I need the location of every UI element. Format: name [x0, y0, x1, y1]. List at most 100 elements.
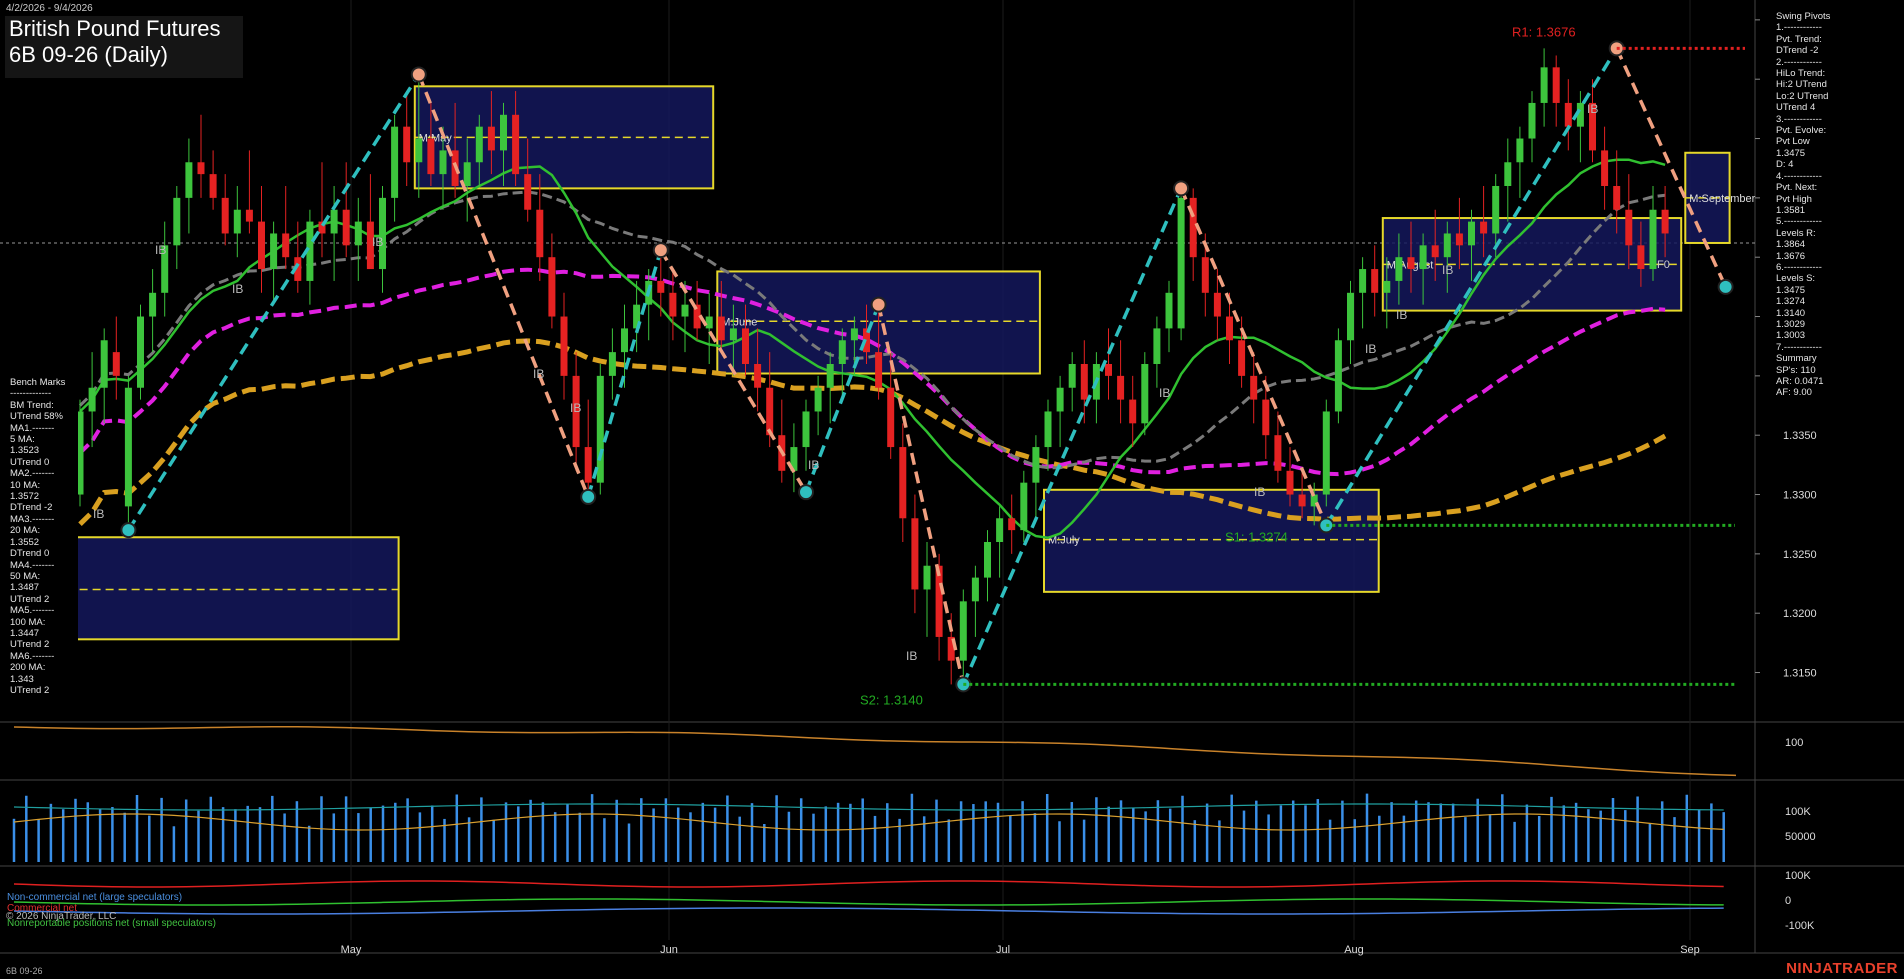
candle-body	[258, 221, 265, 270]
candle-body	[1068, 364, 1076, 388]
candle-body	[1516, 138, 1524, 163]
swing-pivots-line: 4.------------	[1776, 170, 1822, 182]
candle-body	[1492, 186, 1500, 234]
bench-marks-line: DTrend -2	[10, 502, 53, 514]
candle-body	[524, 174, 532, 210]
bench-marks-line: 1.3552	[10, 536, 40, 548]
candle-body	[1274, 435, 1282, 471]
bench-marks-line: 5 MA:	[10, 434, 35, 446]
month-box-label: M:September	[1689, 193, 1755, 205]
candle-body	[1601, 150, 1609, 186]
x-tick-label: Aug	[1344, 944, 1364, 956]
candle-body	[1564, 102, 1572, 127]
swing-pivots-line: 1.3140	[1776, 307, 1806, 319]
bench-marks-line: 1.3447	[10, 627, 40, 639]
month-box-label: M:June	[721, 316, 757, 328]
swing-pivots-line: D: 4	[1776, 159, 1794, 171]
candle-body	[887, 387, 895, 448]
candle-body	[209, 174, 217, 198]
candle-body	[1334, 340, 1342, 412]
candle-body	[475, 126, 483, 163]
inside-bar-label: IB	[1365, 342, 1376, 356]
volume-tick-label: 50000	[1785, 831, 1816, 843]
candle-body	[1407, 257, 1415, 270]
month-box-label: M:May	[419, 132, 453, 144]
inside-bar-label: IB	[533, 367, 544, 381]
pivot-marker	[870, 296, 887, 313]
swing-pivots-line: Swing Pivots	[1776, 11, 1831, 22]
candle-body	[1383, 280, 1391, 293]
candle-body	[584, 447, 592, 483]
bench-marks-line: UTrend 2	[10, 639, 50, 651]
inside-bar-label: IB	[808, 458, 819, 472]
bench-marks-line: MA2.-------	[10, 468, 55, 480]
swing-pivots-line: Pvt Low	[1776, 136, 1810, 148]
bench-marks-line: -------------	[10, 388, 52, 400]
swing-pivots-line: 1.3274	[1776, 296, 1806, 308]
swing-pivots-line: 1.3475	[1776, 284, 1806, 296]
bench-marks-panel: Bench Marks ------------- BM Trend: UTrend …	[6, 374, 78, 720]
cot-tick-label: -100K	[1785, 920, 1815, 932]
candle-body	[1262, 399, 1270, 436]
candle-body	[463, 162, 471, 186]
r1-label: R1: 1.3676	[1512, 24, 1576, 39]
volume-tick-label: 100K	[1785, 806, 1811, 818]
candle-body	[875, 352, 883, 388]
x-tick-label: Jul	[996, 944, 1010, 956]
bench-marks-line: 200 MA:	[10, 662, 46, 674]
candle-body	[512, 114, 520, 175]
bench-marks-line: UTrend 58%	[10, 411, 63, 423]
candle-body	[1201, 257, 1209, 293]
candle-body	[1371, 269, 1379, 293]
candle-body	[1322, 411, 1330, 495]
candle-body	[717, 316, 725, 341]
pivot-marker	[652, 242, 669, 259]
contract-title: 6B 09-26 (Daily)	[9, 42, 168, 67]
y-tick-label: 1.3300	[1783, 490, 1817, 502]
oscillator-tick-label: 100	[1785, 737, 1803, 749]
ninjatrader-logo: NINJATRADER	[1786, 960, 1898, 977]
candle-body	[742, 328, 749, 364]
candle-body	[1480, 221, 1488, 234]
candle-body	[403, 126, 411, 163]
y-tick-label: 1.3250	[1783, 549, 1817, 561]
bench-marks-line: 1.3487	[10, 582, 40, 594]
swing-pivots-line: 1.------------	[1776, 22, 1822, 34]
candle-body	[100, 340, 108, 388]
swing-pivots-line: Lo:2 UTrend	[1776, 90, 1829, 102]
swing-pivots-line: Levels R:	[1776, 227, 1816, 239]
inside-bar-label: IB	[93, 507, 104, 521]
inside-bar-label: IB	[155, 243, 166, 257]
swing-pivots-panel: Swing Pivots 1.------------ Pvt. Trend: DTr…	[1772, 8, 1868, 419]
candle-body	[681, 304, 689, 317]
swing-pivots-line: 1.3475	[1776, 147, 1806, 159]
bench-marks-line: 1.3523	[10, 445, 40, 457]
candle-body	[342, 209, 350, 246]
swing-pivots-line: Hi:2 UTrend	[1776, 79, 1827, 91]
candle-body	[1649, 209, 1657, 270]
inside-bar-label: IB	[570, 401, 581, 415]
candle-body	[1117, 375, 1125, 400]
candle-body	[1177, 197, 1185, 329]
candle-body	[1468, 221, 1475, 246]
y-tick-label: 1.3350	[1783, 430, 1817, 442]
candle-body	[185, 162, 193, 198]
candle-body	[1625, 209, 1633, 246]
swing-pivots-line: 1.3864	[1776, 239, 1806, 251]
price-chart[interactable]: 1.31501.32001.32501.33001.33501.34001.34…	[0, 0, 1904, 979]
candle-body	[1637, 245, 1645, 270]
swing-pivots-line: 7.------------	[1776, 341, 1822, 353]
candle-body	[149, 292, 157, 317]
candle-body	[1226, 316, 1233, 341]
candle-body	[197, 162, 205, 175]
bench-marks-line: 50 MA:	[10, 570, 41, 582]
swing-pivots-line: Pvt. Evolve:	[1776, 125, 1827, 137]
pivot-marker	[1717, 278, 1734, 295]
candle-body	[1129, 399, 1137, 424]
candle-body	[1238, 340, 1246, 376]
candle-body	[923, 565, 931, 590]
swing-pivots-line: 5.------------	[1776, 216, 1822, 228]
candle-body	[1141, 364, 1149, 424]
candle-body	[560, 316, 568, 376]
candle-body	[221, 197, 229, 234]
